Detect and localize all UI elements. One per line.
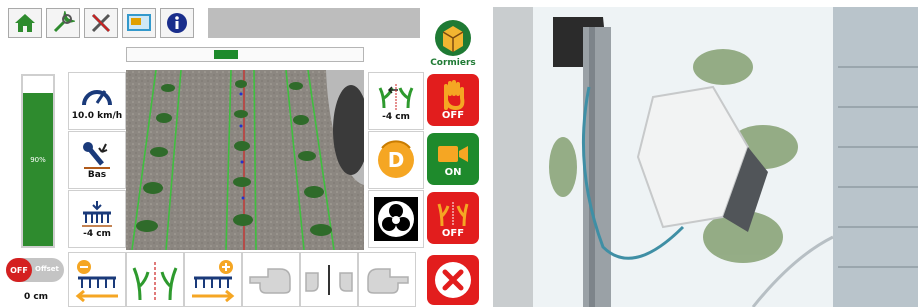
- wrench-icon: [53, 11, 75, 33]
- gauge-label: 90%: [30, 156, 46, 164]
- speed-value: 10.0 km/h: [71, 111, 123, 121]
- hitch-arm-icon: [83, 142, 110, 169]
- hoe-depth-icon: [82, 201, 112, 227]
- offset-toggle-state: OFF: [6, 258, 32, 282]
- plant-rows-icon: [437, 201, 469, 226]
- stop-hand-button[interactable]: OFF: [427, 74, 479, 126]
- offset-toggle-label: Offset: [35, 265, 59, 273]
- shift-right-button[interactable]: [358, 252, 416, 307]
- video-camera-icon: [438, 145, 468, 162]
- info-icon: [167, 13, 187, 33]
- camera-toggle-button[interactable]: ON: [427, 133, 479, 185]
- logo-button[interactable]: [427, 12, 479, 64]
- hoe-raise-left-button[interactable]: [68, 252, 126, 307]
- tab-home[interactable]: [8, 8, 42, 38]
- hands-center-icon: [305, 264, 353, 295]
- logo-label: Cormiers: [430, 58, 476, 68]
- cormiers-logo-icon: [435, 20, 471, 56]
- center-hands-button[interactable]: [300, 252, 358, 307]
- level-gauge: 90%: [21, 74, 55, 248]
- d-rotate-icon: D: [378, 140, 414, 178]
- title-strip: [208, 8, 420, 38]
- tab-tools[interactable]: [84, 8, 118, 38]
- guidance-progress-bar: [126, 47, 364, 62]
- progress-indicator: [214, 50, 238, 59]
- hoe-plus-arrow-icon: [192, 259, 235, 302]
- plant-row-center-icon: [132, 261, 178, 300]
- tablet-ui-panel: 90% 10.0 km/h Bas -4 cm -4 cm D Cormiers…: [0, 0, 484, 307]
- camera-filter-button[interactable]: [368, 190, 424, 248]
- crop-rows-image: [126, 70, 364, 250]
- svg-text:D: D: [388, 148, 405, 172]
- row-offset-control[interactable]: -4 cm: [368, 72, 424, 130]
- camera-housing-image: [493, 7, 918, 307]
- tab-settings[interactable]: [46, 8, 80, 38]
- close-icon: [435, 262, 471, 298]
- hoe-minus-arrow-icon: [75, 259, 118, 302]
- home-icon: [15, 14, 35, 32]
- row-center-button[interactable]: [126, 252, 184, 307]
- tab-info[interactable]: [160, 8, 194, 38]
- display-icon: [127, 14, 151, 31]
- plant-row-offset-icon: [378, 84, 414, 110]
- shift-left-button[interactable]: [242, 252, 300, 307]
- hand-point-left-icon: [249, 267, 291, 294]
- hoe-raise-right-button[interactable]: [184, 252, 242, 307]
- row-guidance-toggle-button[interactable]: OFF: [427, 192, 479, 244]
- hand-point-right-icon: [367, 267, 409, 294]
- stop-state: OFF: [441, 109, 465, 121]
- position-control[interactable]: Bas: [68, 131, 126, 189]
- hand-stop-icon: [444, 79, 465, 110]
- speed-control[interactable]: 10.0 km/h: [68, 72, 126, 130]
- direction-mode-button[interactable]: D: [368, 131, 424, 189]
- offset-toggle[interactable]: OFF Offset: [6, 258, 64, 282]
- depth-control[interactable]: -4 cm: [68, 190, 126, 248]
- tab-display[interactable]: [122, 8, 156, 38]
- camera-feed: [126, 70, 364, 250]
- sensor-camera-photo: [493, 7, 918, 307]
- aperture-icon: [374, 197, 418, 241]
- offset-value: 0 cm: [23, 292, 49, 302]
- speedometer-icon: [82, 90, 112, 106]
- camera-state: ON: [444, 166, 462, 178]
- gauge-fill: [23, 93, 53, 246]
- position-value: Bas: [87, 170, 107, 180]
- tools-icon: [91, 13, 111, 33]
- row-guidance-state: OFF: [441, 227, 465, 239]
- depth-value: -4 cm: [83, 229, 111, 239]
- close-button[interactable]: [427, 255, 479, 305]
- row-offset-value: -4 cm: [382, 112, 410, 122]
